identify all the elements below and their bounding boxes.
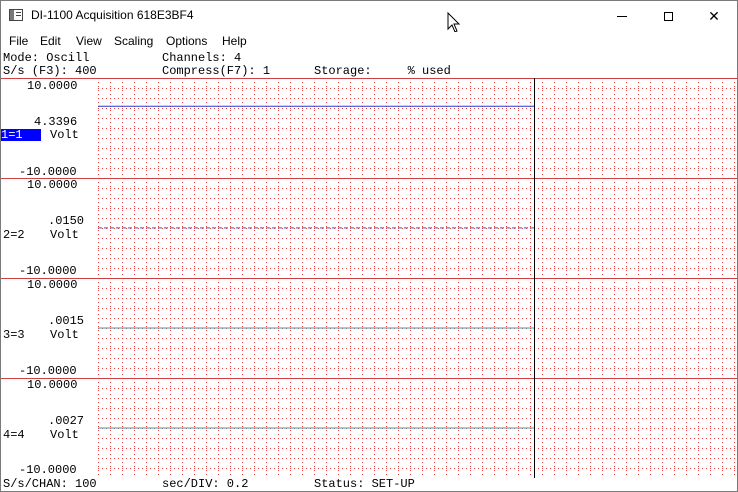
menu-help[interactable]: Help [222, 34, 247, 48]
channel-2-top-scale: 10.0000 [27, 178, 78, 192]
channel-3-bottom-scale: -10.0000 [19, 364, 77, 378]
app-window: DI-1100 Acquisition 618E3BF4 ✕ File Edit… [0, 0, 738, 492]
channel-2-name[interactable]: 2=2 [3, 229, 25, 241]
samples-per-channel: S/s/CHAN: 100 [3, 477, 97, 491]
oscilloscope-plot[interactable]: 10.0000 4.3396 1=1 Volt -10.0000 10.0000… [1, 78, 737, 478]
minimize-button[interactable] [599, 1, 645, 31]
channel-3-top-scale: 10.0000 [27, 278, 78, 292]
menu-file[interactable]: File [9, 34, 28, 48]
channel-1-bottom-scale: -10.0000 [19, 165, 77, 179]
channel-4-top-scale: 10.0000 [27, 378, 78, 392]
menu-scaling[interactable]: Scaling [114, 34, 153, 48]
menu-options[interactable]: Options [166, 34, 207, 48]
acquisition-status: Status: SET-UP [314, 477, 415, 491]
channel-4-name[interactable]: 4=4 [3, 429, 25, 441]
channel-1-name[interactable]: 1=1 [1, 129, 41, 141]
channel-1-unit: Volt [50, 128, 79, 142]
menu-bar: File Edit View Scaling Options Help [1, 32, 737, 51]
maximize-icon [663, 11, 673, 21]
close-button[interactable]: ✕ [691, 1, 737, 31]
menu-edit[interactable]: Edit [40, 34, 61, 48]
window-title: DI-1100 Acquisition 618E3BF4 [31, 8, 194, 22]
minimize-icon [617, 15, 627, 17]
compress-readout: Compress(F7): 1 [162, 64, 271, 78]
menu-view[interactable]: View [76, 34, 102, 48]
status-bar: S/s/CHAN: 100 sec/DIV: 0.2 Status: SET-U… [1, 478, 737, 491]
plot-canvas[interactable] [1, 78, 737, 478]
seconds-per-division: sec/DIV: 0.2 [162, 477, 249, 491]
channel-1-top-scale: 10.0000 [27, 79, 78, 93]
maximize-button[interactable] [645, 1, 691, 31]
mouse-pointer-icon [447, 12, 461, 33]
channel-3-unit: Volt [50, 328, 79, 342]
channel-2-unit: Volt [50, 228, 79, 242]
storage-readout: Storage: % used [314, 64, 451, 78]
title-bar[interactable]: DI-1100 Acquisition 618E3BF4 ✕ [1, 1, 737, 33]
channel-2-bottom-scale: -10.0000 [19, 264, 77, 278]
sample-rate-readout: S/s (F3): 400 [3, 64, 97, 78]
channel-1-value: 4.3396 [34, 115, 78, 129]
channel-4-value: .0027 [48, 414, 85, 428]
close-icon: ✕ [708, 7, 720, 24]
channel-3-name[interactable]: 3=3 [3, 329, 25, 341]
app-window-icon[interactable] [9, 9, 23, 21]
channel-2-value: .0150 [48, 214, 85, 228]
channel-4-bottom-scale: -10.0000 [19, 463, 77, 477]
channel-3-value: .0015 [48, 314, 85, 328]
channel-4-unit: Volt [50, 428, 79, 442]
